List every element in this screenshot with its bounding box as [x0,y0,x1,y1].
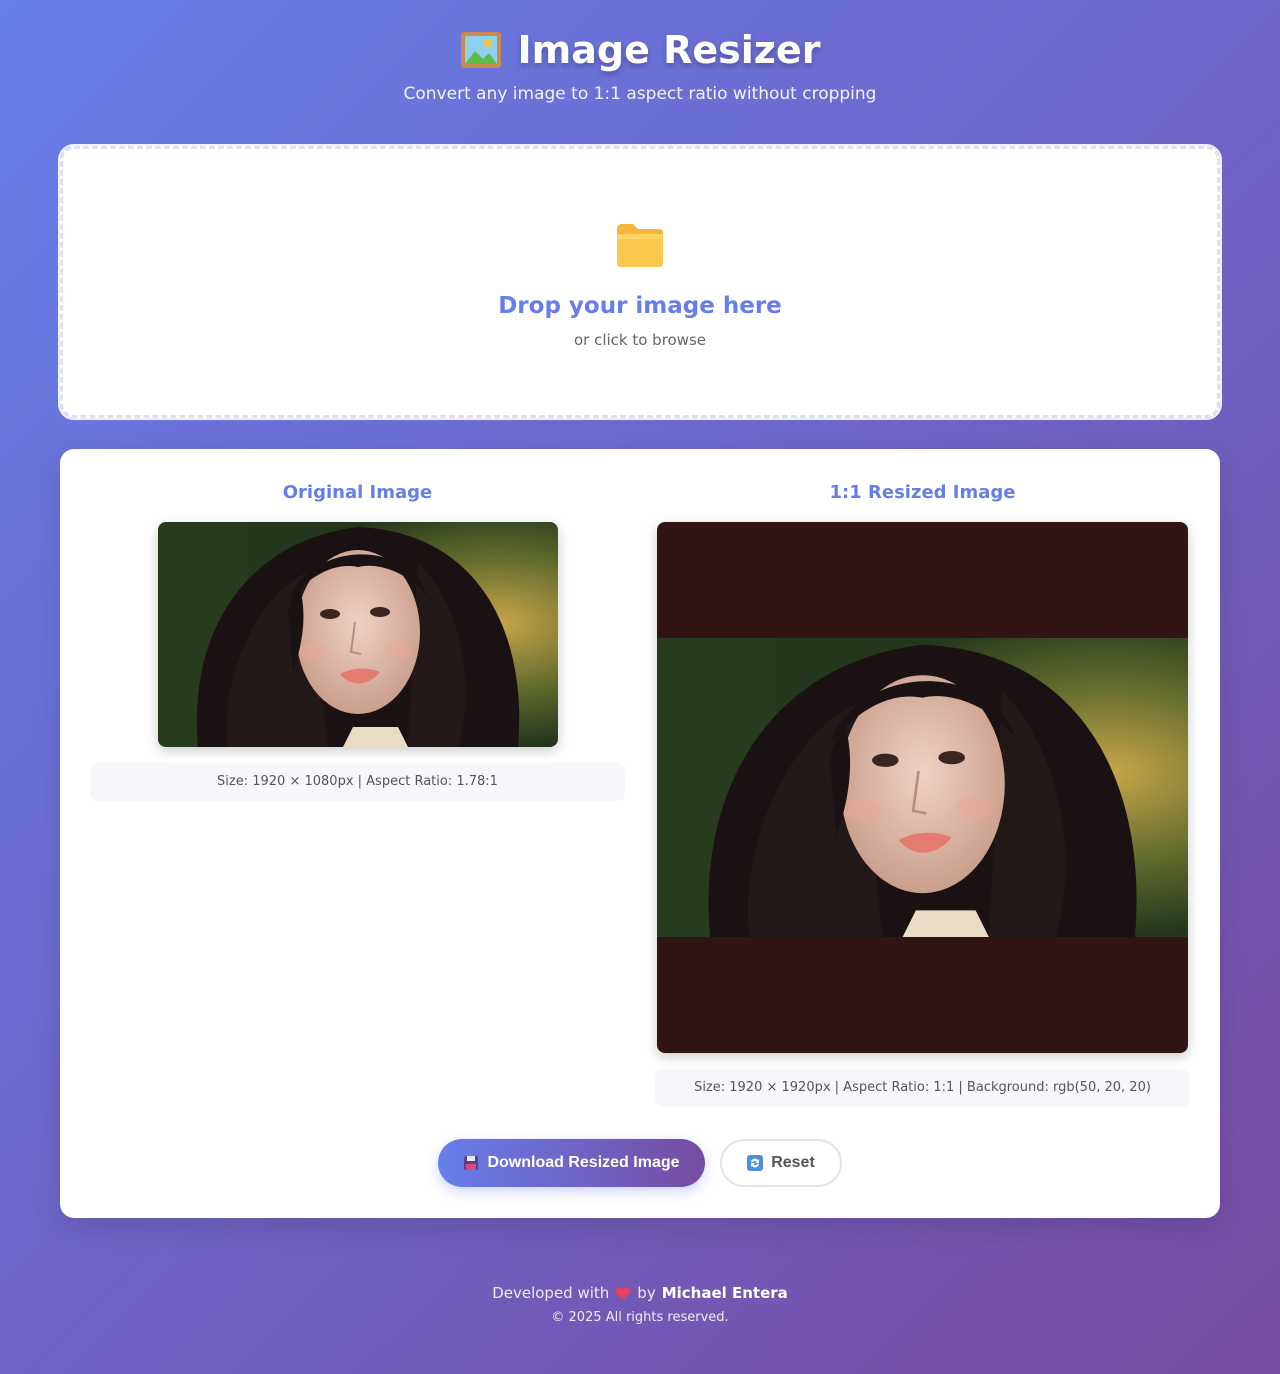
framed-picture-icon [460,31,502,69]
results-panel: Original Image 1:1 Resized Image Size: 1… [60,449,1220,1218]
footer-developed-with: Developed with [492,1284,610,1302]
reset-button[interactable]: Reset [720,1139,842,1187]
footer: Developed with by Michael Entera © 2025 … [0,1284,1280,1325]
image-dropzone[interactable]: Drop your image here or click to browse [58,144,1222,420]
footer-by: by [637,1284,656,1302]
floppy-disk-icon [463,1155,479,1171]
resized-image-info: Size: 1920 × 1920px | Aspect Ratio: 1:1 … [655,1069,1190,1107]
dropzone-subtitle: or click to browse [573,331,707,349]
dropzone-title: Drop your image here [498,293,782,319]
footer-copyright: © 2025 All rights reserved. [551,1310,729,1325]
refresh-icon [747,1155,764,1171]
download-button-label: Download Resized Image [487,1154,680,1171]
folder-icon [615,223,665,269]
app-title-text: Image Resizer [517,28,821,72]
heart-icon [615,1286,631,1301]
footer-credit: Developed with by Michael Entera [0,1284,1280,1302]
app-header: Image Resizer Convert any image to 1:1 a… [0,0,1280,104]
resized-image-photo [657,638,1188,937]
footer-author: Michael Entera [661,1284,788,1302]
page-title: Image Resizer [460,26,821,74]
original-image-info: Size: 1920 × 1080px | Aspect Ratio: 1.78… [90,763,625,801]
resized-image-preview [657,522,1188,1053]
reset-button-label: Reset [771,1154,815,1171]
original-image-preview [158,522,558,747]
download-button[interactable]: Download Resized Image [438,1139,705,1187]
resized-image-title: 1:1 Resized Image [829,482,1016,503]
original-image-title: Original Image [282,482,433,503]
page-subtitle: Convert any image to 1:1 aspect ratio wi… [403,84,877,104]
